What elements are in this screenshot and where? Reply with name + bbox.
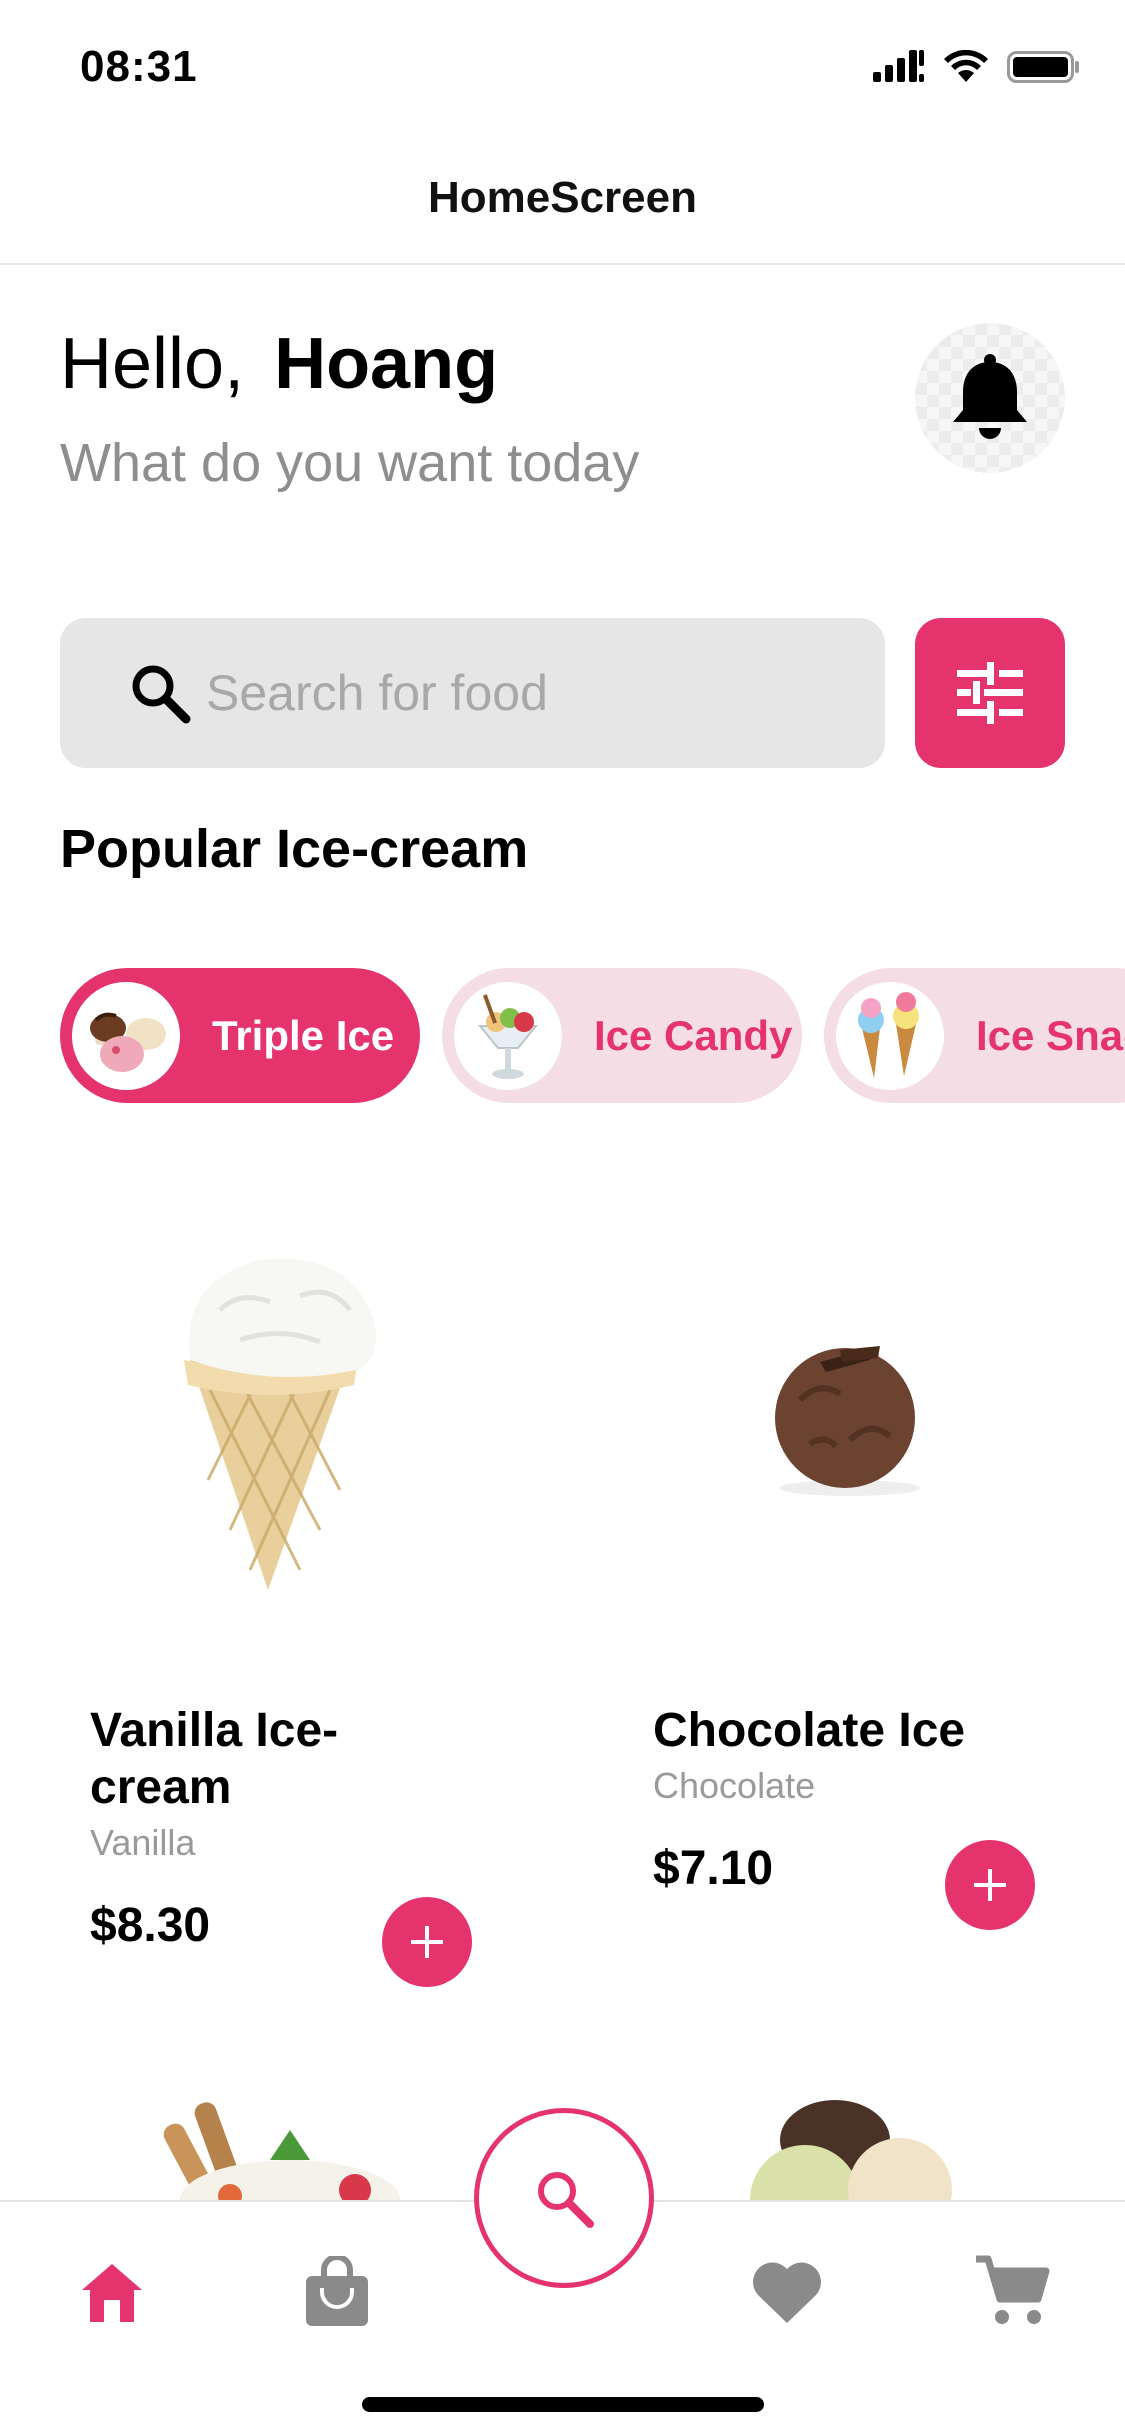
sliders-icon bbox=[957, 662, 1023, 724]
category-chip-ice-candy[interactable]: Ice Candy bbox=[442, 968, 802, 1103]
product-flavor: Vanilla bbox=[90, 1822, 196, 1863]
bag-icon bbox=[306, 2256, 368, 2326]
home-screen: 08:31 HomeScreen Hello, Hoang What do yo… bbox=[0, 0, 1125, 2436]
search-icon bbox=[132, 665, 191, 724]
tab-home[interactable] bbox=[62, 2242, 162, 2342]
plus-icon bbox=[411, 1926, 443, 1958]
notification-button[interactable] bbox=[915, 323, 1065, 473]
product-name: Chocolate Ice bbox=[653, 1704, 966, 1757]
chocolate-ice-cream-image bbox=[775, 1346, 920, 1496]
status-icons bbox=[873, 50, 1081, 84]
bell-icon bbox=[953, 354, 1027, 439]
cart-icon bbox=[976, 2255, 1050, 2324]
nav-header: HomeScreen bbox=[0, 132, 1125, 265]
category-image bbox=[836, 981, 944, 1090]
category-image bbox=[454, 981, 562, 1090]
add-to-cart-button[interactable] bbox=[945, 1840, 1035, 1930]
search-icon bbox=[538, 2172, 594, 2228]
ice-snack-image-icon bbox=[858, 991, 919, 1078]
product-flavor: Chocolate bbox=[653, 1765, 816, 1806]
heart-icon bbox=[753, 2262, 821, 2323]
tab-favorites[interactable] bbox=[737, 2242, 837, 2342]
wifi-icon bbox=[944, 50, 988, 82]
battery-icon bbox=[1007, 51, 1079, 83]
page-title: HomeScreen bbox=[427, 172, 697, 222]
fruit-ice-cream-image bbox=[163, 2102, 400, 2202]
tab-orders[interactable] bbox=[287, 2242, 387, 2342]
greeting-line: Hello, Hoang bbox=[60, 328, 639, 400]
vanilla-ice-cream-image bbox=[184, 1258, 376, 1590]
search-field[interactable] bbox=[60, 618, 885, 768]
filter-button[interactable] bbox=[915, 618, 1065, 768]
section-title: Popular Ice-cream bbox=[60, 819, 529, 879]
greeting-hello: Hello, bbox=[60, 324, 245, 404]
cellular-signal-icon bbox=[873, 50, 924, 82]
category-chip-ice-snack[interactable]: Ice Snac bbox=[824, 968, 1125, 1103]
category-label: Ice Candy bbox=[594, 1011, 793, 1059]
category-image bbox=[72, 981, 180, 1090]
status-time: 08:31 bbox=[80, 42, 198, 91]
product-name: Vanilla Ice-cream bbox=[90, 1704, 339, 1814]
search-input[interactable] bbox=[206, 664, 846, 722]
home-indicator bbox=[362, 2397, 764, 2412]
user-name: Hoang bbox=[274, 324, 499, 404]
product-info: Vanilla Ice-cream Vanilla $8.30 bbox=[90, 1702, 430, 1953]
pistachio-ice-cream-image bbox=[750, 2100, 952, 2202]
category-chip-triple-ice[interactable]: Triple Ice bbox=[60, 968, 420, 1103]
tab-cart[interactable] bbox=[962, 2242, 1062, 2342]
search-fab-button[interactable] bbox=[474, 2108, 654, 2288]
status-bar: 08:31 bbox=[0, 0, 1125, 132]
ice-candy-image-icon bbox=[477, 993, 539, 1079]
category-label: Triple Ice bbox=[212, 1011, 395, 1059]
plus-icon bbox=[974, 1869, 1006, 1901]
greeting-subtitle: What do you want today bbox=[60, 433, 640, 493]
triple-ice-image-icon bbox=[90, 1012, 166, 1072]
category-list: Triple Ice Ice Candy Ice Sna bbox=[60, 968, 1125, 1103]
greeting: Hello, Hoang What do you want today bbox=[60, 328, 639, 494]
home-icon bbox=[82, 2264, 142, 2322]
product-price: $8.30 bbox=[90, 1899, 211, 1952]
category-label: Ice Snac bbox=[976, 1011, 1125, 1059]
add-to-cart-button[interactable] bbox=[382, 1897, 472, 1987]
